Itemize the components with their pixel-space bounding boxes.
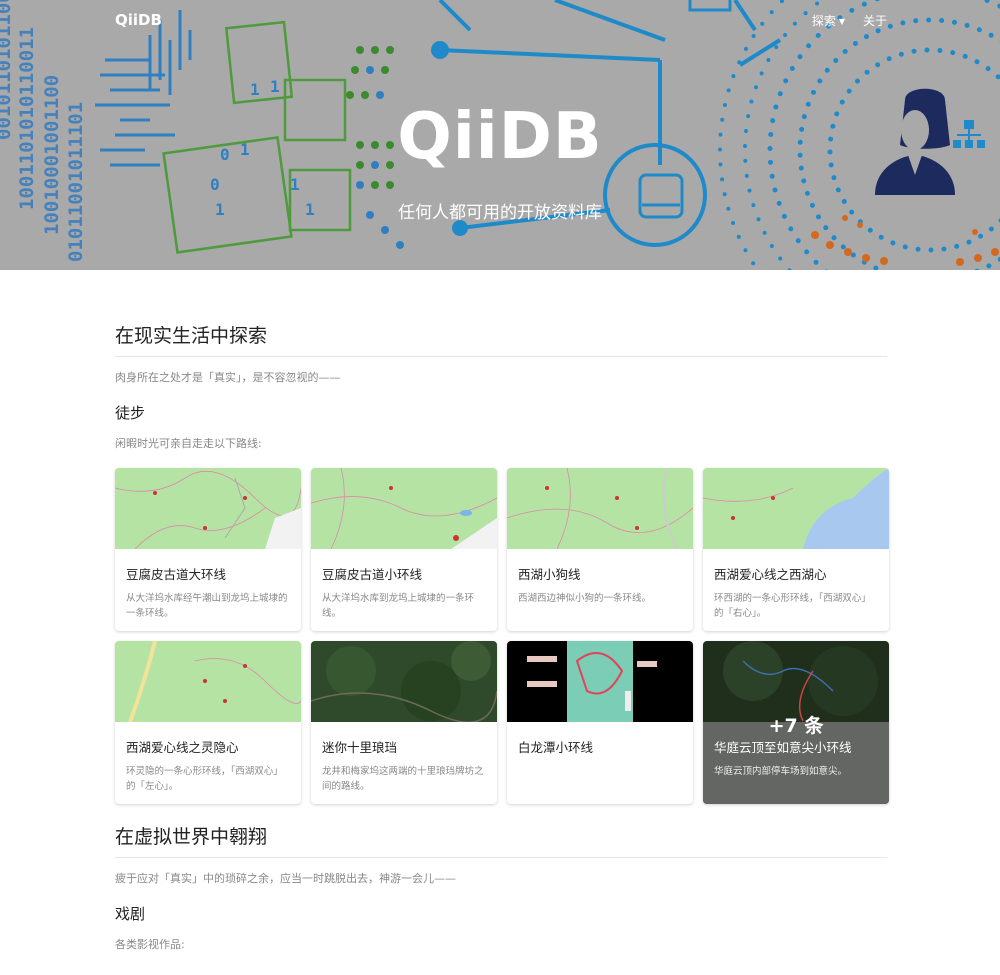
brand-logo-link[interactable]: QiiDB	[115, 11, 162, 29]
route-map-thumbnail	[507, 468, 693, 549]
subsection-desc-drama: 各类影视作品:	[115, 938, 185, 951]
top-nav: 探索 ▼ 关于	[812, 12, 887, 29]
hero-title: QiiDB	[397, 100, 603, 174]
route-map-thumbnail	[703, 468, 889, 549]
route-map-thumbnail	[311, 468, 497, 549]
route-card[interactable]: 迷你十里琅珰 龙井和梅家坞这两端的十里琅珰牌坊之间的路线。	[311, 641, 497, 804]
more-routes-card[interactable]: +7 条 华庭云顶至如意尖小环线 华庭云顶内部停车场到如意尖。	[703, 641, 889, 804]
subsection-title-drama: 戏剧	[115, 905, 146, 923]
svg-text:0: 0	[210, 175, 220, 194]
route-desc: 从大洋坞水库经午潮山到龙坞上城埭的一条环线。	[126, 593, 288, 619]
svg-text:1: 1	[250, 80, 260, 99]
nav-explore-dropdown[interactable]: 探索 ▼	[812, 12, 845, 29]
subsection-title-walk: 徒步	[115, 404, 146, 422]
route-desc: 环灵隐的一条心形环线，「西湖双心」的「左心」。	[126, 766, 283, 792]
section-title-virtual: 在虚拟世界中翱翔	[115, 822, 887, 858]
svg-text:1: 1	[290, 175, 300, 194]
route-desc: 环西湖的一条心形环线，「西湖双心」的「右心」。	[714, 593, 871, 619]
route-card[interactable]: 豆腐皮古道大环线 从大洋坞水库经午潮山到龙坞上城埭的一条环线。	[115, 468, 301, 631]
section-desc-virtual: 疲于应对「真实」中的琐碎之余，应当一时跳脱出去，神游一会儿——	[115, 872, 456, 885]
hero-subtitle: 任何人都可用的开放资料库	[398, 203, 602, 223]
route-card[interactable]: 西湖小狗线 西湖西边神似小狗的一条环线。	[507, 468, 693, 631]
route-desc: 龙井和梅家坞这两端的十里琅珰牌坊之间的路线。	[322, 766, 484, 792]
svg-text:1: 1	[270, 77, 280, 96]
route-card[interactable]: 豆腐皮古道小环线 从大洋坞水库到龙坞上城埭的一条环线。	[311, 468, 497, 631]
hero-banner: 0010110101100110 1001101010110011 100100…	[0, 0, 1000, 270]
route-title: 白龙潭小环线	[518, 740, 594, 755]
main-content: 在现实生活中探索 肉身所在之处才是「真实」，是不容忽视的—— 徒步 闲暇时光可亲…	[115, 270, 889, 975]
route-title: 西湖小狗线	[518, 567, 581, 582]
section-title-real: 在现实生活中探索	[115, 321, 887, 357]
route-title: 华庭云顶至如意尖小环线	[714, 740, 852, 755]
route-map-thumbnail	[115, 641, 301, 722]
route-satellite-thumbnail	[311, 641, 497, 722]
route-photo-thumbnail	[507, 641, 693, 722]
route-desc: 华庭云顶内部停车场到如意尖。	[714, 766, 848, 777]
nav-explore-label: 探索	[811, 14, 836, 28]
route-card[interactable]: 西湖爱心线之灵隐心 环灵隐的一条心形环线，「西湖双心」的「左心」。	[115, 641, 301, 804]
route-map-thumbnail	[115, 468, 301, 549]
route-card[interactable]: 白龙潭小环线	[507, 641, 693, 804]
subsection-desc-walk: 闲暇时光可亲自走走以下路线:	[115, 437, 262, 450]
route-title: 西湖爱心线之西湖心	[714, 567, 827, 582]
nav-about-link[interactable]: 关于	[863, 12, 887, 29]
route-title: 迷你十里琅珰	[322, 740, 398, 755]
route-card[interactable]: 西湖爱心线之西湖心 环西湖的一条心形环线，「西湖双心」的「右心」。	[703, 468, 889, 631]
section-desc-real: 肉身所在之处才是「真实」，是不容忽视的——	[115, 371, 341, 384]
caret-down-icon: ▼	[838, 17, 845, 26]
route-title: 豆腐皮古道小环线	[322, 567, 423, 582]
route-desc: 西湖西边神似小狗的一条环线。	[518, 593, 652, 604]
route-desc: 从大洋坞水库到龙坞上城埭的一条环线。	[322, 593, 475, 619]
route-title: 豆腐皮古道大环线	[126, 567, 227, 582]
route-title: 西湖爱心线之灵隐心	[126, 740, 239, 755]
route-card-grid: 豆腐皮古道大环线 从大洋坞水库经午潮山到龙坞上城埭的一条环线。 豆腐皮古道小环线…	[115, 468, 889, 804]
